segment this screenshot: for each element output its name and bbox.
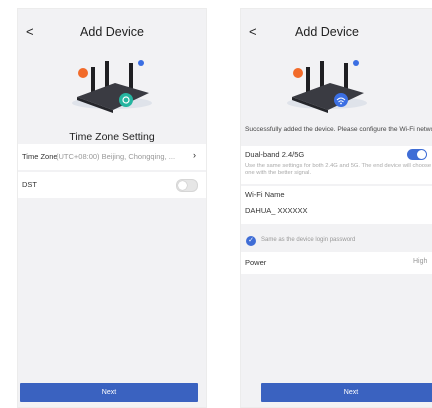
dual-band-row: Dual-band 2.4/5G Use the same settings f… (241, 146, 432, 184)
right-phone-screen: < Add Device Successfully added the devi… (240, 8, 432, 408)
nav-bar: < Add Device (18, 21, 206, 47)
router-icon (72, 60, 152, 113)
wifi-name-row: Wi-Fi Name DAHUA_ XXXXXX (241, 186, 432, 224)
router-icon (287, 60, 367, 113)
page-title: Add Device (80, 25, 144, 39)
dst-label: DST (22, 180, 37, 189)
power-value: High (413, 258, 428, 265)
nav-bar: < Add Device (241, 21, 432, 47)
dst-toggle[interactable] (176, 179, 198, 192)
left-phone-screen: < Add Device Time Zone Setting Time Zone… (17, 8, 207, 408)
same-password-row[interactable]: ✓ Same as the device login password (241, 230, 432, 252)
page-title: Add Device (295, 25, 359, 39)
dst-row: DST (18, 172, 206, 198)
wifi-name-input[interactable]: DAHUA_ XXXXXX (245, 206, 308, 215)
router-illustration (18, 49, 206, 123)
timezone-row[interactable]: Time Zone (UTC+08:00) Beijing, Chongqing… (18, 144, 206, 170)
check-icon[interactable]: ✓ (246, 236, 256, 246)
dual-band-label: Dual-band 2.4/5G (245, 150, 305, 159)
next-button[interactable]: Next (261, 383, 432, 402)
dual-band-toggle[interactable] (407, 149, 427, 160)
power-label: Power (245, 258, 267, 267)
section-title: Time Zone Setting (69, 131, 155, 143)
power-row[interactable]: Power High (241, 252, 432, 274)
next-button[interactable]: Next (20, 383, 198, 402)
timezone-label: Time Zone (22, 152, 58, 161)
success-message: Successfully added the device. Please co… (245, 126, 432, 133)
chevron-right-icon: › (193, 150, 196, 160)
timezone-value: (UTC+08:00) Beijing, Chongqing, ... (56, 152, 176, 161)
router-illustration (241, 49, 432, 123)
same-password-label: Same as the device login password (261, 237, 356, 243)
wifi-name-label: Wi-Fi Name (245, 190, 285, 199)
dual-band-note: Use the same settings for both 2.4G and … (245, 163, 432, 176)
